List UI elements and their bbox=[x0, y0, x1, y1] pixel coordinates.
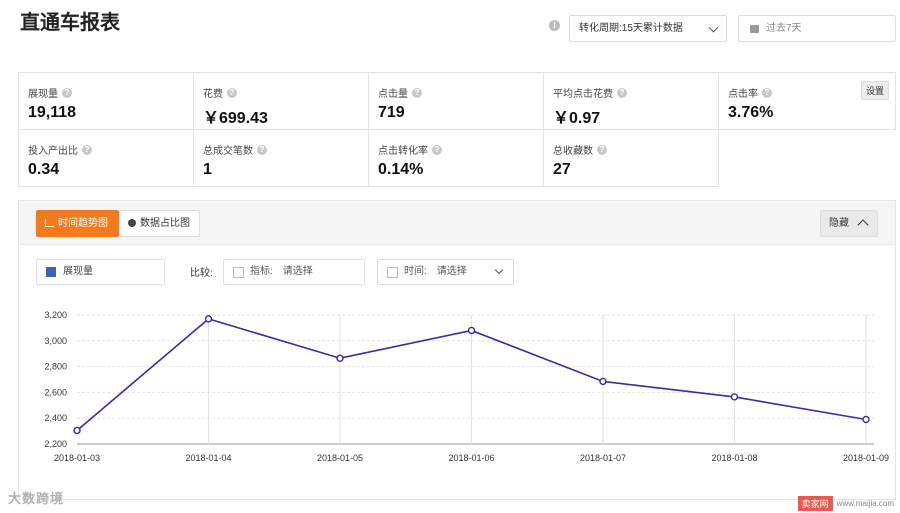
compare-metric-select[interactable]: 指标: 请选择 bbox=[223, 259, 365, 285]
metric-value: ￥699.43 bbox=[203, 110, 268, 127]
metric-favorites: 总收藏数? 27 bbox=[543, 129, 719, 187]
watermark-brand: 卖家网 bbox=[797, 496, 833, 511]
data-point bbox=[862, 415, 870, 424]
metric-label: 点击率 bbox=[728, 89, 758, 100]
metric-label: 投入产出比 bbox=[28, 146, 78, 157]
series-selected-label: 展现量 bbox=[63, 266, 93, 277]
data-point bbox=[204, 315, 213, 323]
help-icon[interactable]: ? bbox=[227, 87, 237, 98]
data-point bbox=[336, 354, 344, 362]
metric-label: 花费 bbox=[203, 89, 223, 100]
hide-chart-button[interactable]: 隐藏 bbox=[820, 210, 878, 237]
help-icon[interactable]: ? bbox=[82, 144, 92, 155]
metric-select-label: 指标: bbox=[250, 266, 273, 277]
metric-value: 0.14% bbox=[378, 161, 424, 178]
watermark-url: www.maijia.com bbox=[836, 499, 894, 508]
metric-label: 点击量 bbox=[378, 89, 408, 100]
metrics-grid: 展现量? 19,118 花费? ￥699.43 点击量? 719 平均点击花费?… bbox=[18, 72, 896, 188]
metric-value: 0.34 bbox=[28, 161, 60, 178]
metric-total-orders: 总成交笔数? 1 bbox=[193, 129, 369, 187]
metric-value: 1 bbox=[203, 161, 212, 178]
help-icon[interactable]: ? bbox=[432, 144, 442, 155]
info-icon[interactable]: i bbox=[549, 20, 560, 31]
help-icon[interactable]: ? bbox=[597, 144, 607, 155]
compare-time-select[interactable]: 时间: 请选择 bbox=[377, 259, 514, 285]
metric-cost: 花费? ￥699.43 bbox=[193, 72, 369, 130]
tab-time-trend[interactable]: 时间趋势图 bbox=[36, 210, 119, 237]
tab-data-ratio-label: 数据占比图 bbox=[140, 218, 190, 229]
metric-conversion-rate: 点击转化率? 0.14% bbox=[368, 129, 544, 187]
x-tick-label: 2018-01-08 bbox=[711, 453, 757, 463]
chevron-down-icon bbox=[494, 265, 504, 275]
x-tick-label: 2018-01-04 bbox=[185, 453, 231, 463]
y-tick-label: 2,400 bbox=[44, 413, 67, 423]
watermark-logo: 大数跨境 bbox=[8, 491, 65, 506]
series-color-swatch bbox=[46, 267, 56, 277]
x-tick-label: 2018-01-03 bbox=[54, 453, 100, 463]
metric-clicks: 点击量? 719 bbox=[368, 72, 544, 130]
metric-value: 27 bbox=[553, 161, 571, 178]
data-point bbox=[467, 326, 476, 335]
help-icon[interactable]: ? bbox=[617, 87, 627, 98]
series-selector[interactable]: 展现量 bbox=[36, 259, 165, 285]
metric-label: 平均点击花费 bbox=[553, 89, 613, 100]
x-tick-label: 2018-01-09 bbox=[843, 453, 889, 463]
chevron-down-icon bbox=[708, 22, 719, 33]
time-select-label: 时间: bbox=[404, 266, 427, 277]
metric-ctr: 点击率? 3.76% 设置 bbox=[718, 72, 896, 130]
y-tick-label: 2,200 bbox=[44, 439, 67, 449]
conversion-period-value: 转化周期:15天累计数据 bbox=[579, 23, 683, 34]
settings-button[interactable]: 设置 bbox=[860, 81, 889, 100]
y-tick-label: 3,000 bbox=[44, 336, 67, 346]
data-point bbox=[599, 377, 607, 386]
page-title: 直通车报表 bbox=[20, 12, 120, 34]
metric-label: 展现量 bbox=[28, 89, 58, 100]
calendar-icon bbox=[750, 25, 759, 33]
help-icon[interactable]: ? bbox=[412, 87, 422, 98]
help-icon[interactable]: ? bbox=[257, 144, 267, 155]
data-point bbox=[730, 393, 739, 401]
compare-label: 比较: bbox=[190, 268, 213, 279]
metric-impressions: 展现量? 19,118 bbox=[18, 72, 194, 130]
tab-data-ratio[interactable]: 数据占比图 bbox=[119, 210, 200, 237]
metric-checkbox[interactable] bbox=[233, 267, 244, 278]
date-range-value: 过去7天 bbox=[766, 23, 802, 34]
metric-avg-click-cost: 平均点击花费? ￥0.97 bbox=[543, 72, 719, 130]
metric-value: 3.76% bbox=[728, 104, 774, 121]
help-icon[interactable]: ? bbox=[762, 87, 772, 98]
metric-value: 719 bbox=[378, 104, 405, 121]
chart-toolbar: 时间趋势图 数据占比图 隐藏 bbox=[19, 201, 895, 245]
line-chart-icon bbox=[45, 219, 54, 227]
metric-value: ￥0.97 bbox=[553, 110, 601, 127]
metric-select-placeholder: 请选择 bbox=[282, 266, 313, 277]
date-range-input[interactable]: 过去7天 bbox=[738, 15, 896, 42]
y-tick-label: 2,800 bbox=[44, 362, 67, 372]
y-tick-label: 2,600 bbox=[44, 387, 67, 397]
time-checkbox[interactable] bbox=[387, 267, 398, 278]
chevron-up-icon bbox=[857, 219, 869, 231]
chart-panel: 时间趋势图 数据占比图 隐藏 展现量 比较: 指标: 请选择 时间: 请选择 2,2… bbox=[18, 200, 896, 500]
x-tick-label: 2018-01-07 bbox=[580, 453, 626, 463]
hide-chart-label: 隐藏 bbox=[829, 218, 849, 229]
y-tick-label: 3,200 bbox=[44, 310, 67, 320]
metric-roi: 投入产出比? 0.34 bbox=[18, 129, 194, 187]
help-icon[interactable]: ? bbox=[62, 87, 72, 98]
impressions-line-chart: 2,200 2,400 2,600 2,800 3,000 3,200 2018-01-03… bbox=[44, 310, 889, 463]
metric-label: 点击转化率 bbox=[378, 146, 428, 157]
conversion-period-select[interactable]: 转化周期:15天累计数据 bbox=[569, 15, 727, 42]
data-point bbox=[73, 426, 81, 435]
metric-label: 总成交笔数 bbox=[203, 146, 253, 157]
metric-label: 总收藏数 bbox=[553, 146, 593, 157]
tab-time-trend-label: 时间趋势图 bbox=[58, 218, 108, 229]
x-tick-label: 2018-01-05 bbox=[317, 453, 363, 463]
pie-chart-icon bbox=[128, 219, 136, 227]
x-tick-label: 2018-01-06 bbox=[448, 453, 494, 463]
metric-value: 19,118 bbox=[28, 104, 77, 121]
watermark-site: 卖家网 www.maijia.com bbox=[797, 496, 894, 511]
time-select-placeholder: 请选择 bbox=[436, 266, 467, 277]
